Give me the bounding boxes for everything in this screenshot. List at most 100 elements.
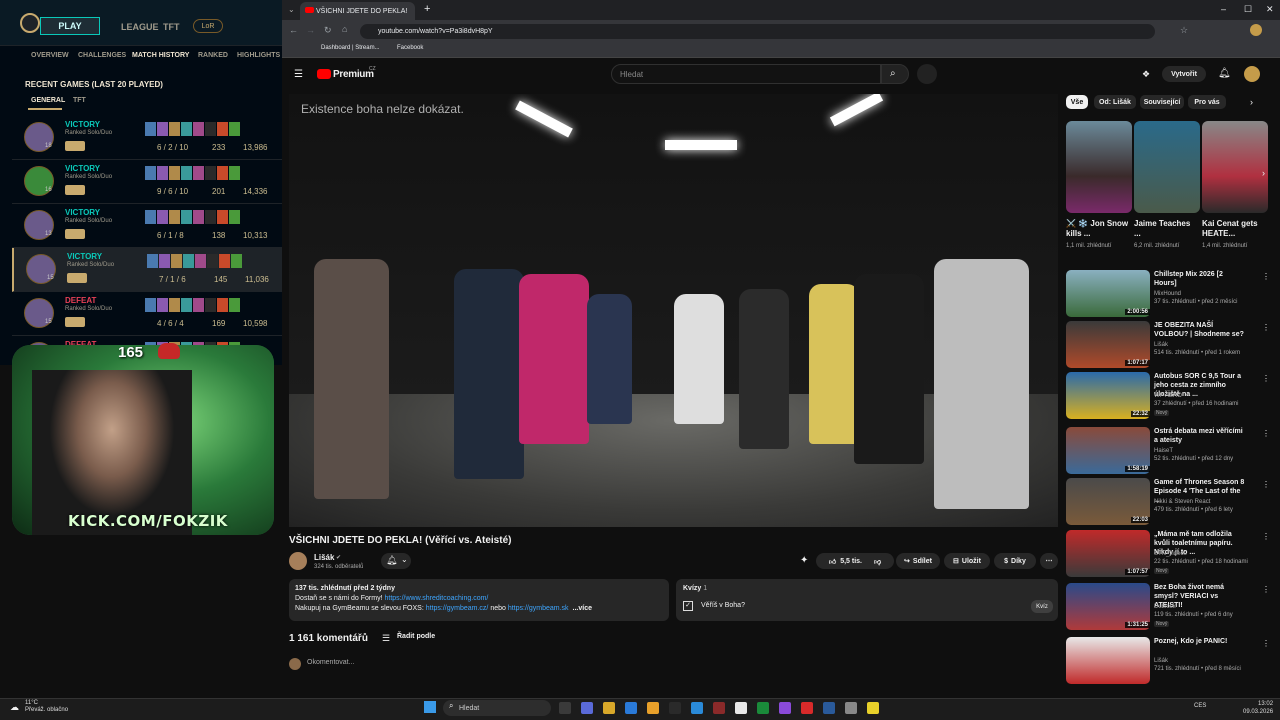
subnav-match-history[interactable]: MATCH HISTORY	[132, 52, 189, 59]
video-title[interactable]: Chillstep Mix 2026 [2 Hours]	[1154, 270, 1246, 288]
windows-start-icon[interactable]	[424, 701, 436, 713]
recommended-video[interactable]: 1:07:57 „Máma mě tam odložila kvůli toale…	[1066, 530, 1270, 580]
more-options-icon[interactable]: ⋮	[1262, 585, 1270, 594]
notifications-icon[interactable]: 🔔︎	[1218, 68, 1231, 79]
youtube-logo-icon[interactable]	[317, 69, 331, 79]
create-button[interactable]: Vytvořit	[1162, 66, 1206, 82]
new-tab-icon[interactable]: +	[424, 3, 430, 15]
match-row[interactable]: 16 VICTORY Ranked Solo/Duo 9 / 6 / 10 201 14,…	[12, 160, 282, 204]
language-indicator[interactable]: CES	[1194, 703, 1206, 709]
channel-name[interactable]: Nikki & Steven React	[1154, 499, 1210, 505]
chip-for-you[interactable]: Pro vás	[1188, 95, 1226, 109]
channel-name[interactable]: Lišák	[314, 553, 334, 562]
obs-icon[interactable]	[735, 702, 747, 714]
chip-from-channel[interactable]: Od: Lišák	[1094, 95, 1136, 109]
store-icon[interactable]	[625, 702, 637, 714]
teams-icon[interactable]	[581, 702, 593, 714]
nav-lor[interactable]: LoR	[193, 19, 223, 33]
video-thumbnail[interactable]: 22:32	[1066, 372, 1150, 419]
play-button[interactable]: PLAY	[40, 17, 100, 35]
description-link[interactable]: https://gymbeam.sk	[508, 605, 569, 612]
channel-avatar[interactable]	[289, 552, 307, 570]
subnav-highlights[interactable]: HIGHLIGHTS	[237, 52, 280, 59]
back-icon[interactable]: ←	[289, 25, 298, 35]
channel-name[interactable]: WP AERO	[1154, 393, 1182, 399]
channel-name[interactable]: Lišák	[1154, 658, 1168, 664]
more-options-icon[interactable]: ⋮	[1262, 272, 1270, 281]
match-row[interactable]: 18 VICTORY Ranked Solo/Duo 6 / 2 / 10 233 13,…	[12, 116, 282, 160]
edge-icon[interactable]	[691, 702, 703, 714]
video-title[interactable]: Ostrá debata mezi věřícími a ateisty	[1154, 427, 1246, 445]
explorer-icon[interactable]	[603, 702, 615, 714]
chip-related[interactable]: Související	[1140, 95, 1184, 109]
close-icon[interactable]: ✕	[1266, 4, 1274, 15]
tab-general[interactable]: GENERAL	[31, 97, 65, 104]
short-thumbnail[interactable]	[1066, 121, 1132, 213]
subscription-bell-button[interactable]: 🔔︎ ⌄	[381, 553, 411, 569]
video-title[interactable]: JE OBEZITA NAŠÍ VOLBOU? | Shodneme se?	[1154, 321, 1246, 339]
system-clock[interactable]: 13:02 09.03.2026	[1243, 700, 1273, 716]
recommended-video[interactable]: 22:32 Autobus SOR C 9,5 Tour a jeho cesta…	[1066, 372, 1270, 422]
chevron-right-icon[interactable]: ›	[1250, 97, 1253, 107]
settings-icon[interactable]	[845, 702, 857, 714]
more-options-icon[interactable]: ⋮	[1262, 374, 1270, 383]
app-icon[interactable]	[801, 702, 813, 714]
quiz-question[interactable]: Věříš v Boha?	[701, 602, 745, 609]
short-title[interactable]: Jaime Teaches ...	[1134, 219, 1198, 239]
match-row[interactable]: 15 DEFEAT Ranked Solo/Duo 4 / 6 / 4 169 10,59…	[12, 292, 282, 336]
channel-name[interactable]: STN_videos	[1154, 551, 1187, 557]
video-title[interactable]: Poznej, Kdo je PANIC!	[1154, 637, 1246, 646]
match-row[interactable]: 15 VICTORY Ranked Solo/Duo 7 / 1 / 6 145 11,0…	[12, 248, 282, 292]
thanks-button[interactable]: $ Díky	[994, 553, 1036, 569]
subnav-ranked[interactable]: RANKED	[198, 52, 228, 59]
tab-list-icon[interactable]: ⌄	[288, 5, 295, 14]
video-player[interactable]: Existence boha nelze dokázat.	[289, 94, 1058, 527]
sparkle-icon[interactable]: ✦	[800, 555, 808, 566]
more-options-icon[interactable]: ⋮	[1262, 480, 1270, 489]
more-options-icon[interactable]: ⋮	[1262, 323, 1270, 332]
chrome-icon[interactable]	[647, 702, 659, 714]
subnav-overview[interactable]: OVERVIEW	[31, 52, 69, 59]
video-thumbnail[interactable]: 1:58:19	[1066, 427, 1150, 474]
recommended-video[interactable]: 22:03 Game of Thrones Season 8 Episode 4 …	[1066, 478, 1270, 528]
task-view-icon[interactable]	[559, 702, 571, 714]
profile-icon[interactable]	[1250, 24, 1262, 36]
bookmark-star-icon[interactable]: ☆	[1180, 25, 1188, 36]
reload-icon[interactable]: ↻	[324, 25, 332, 36]
forward-icon[interactable]: →	[306, 25, 315, 35]
more-options-icon[interactable]: ⋮	[1262, 532, 1270, 541]
short-thumbnail[interactable]	[1202, 121, 1268, 213]
weather-widget[interactable]: 11°C Převáž. oblačno	[25, 700, 68, 714]
maximize-icon[interactable]: ☐	[1244, 4, 1252, 15]
recommended-video[interactable]: 1:07:17 JE OBEZITA NAŠÍ VOLBOU? | Shodnem…	[1066, 321, 1270, 371]
lol-logo-icon[interactable]	[20, 13, 40, 33]
menu-icon[interactable]: ☰	[294, 69, 303, 80]
chip-all[interactable]: Vše	[1066, 95, 1088, 109]
recommended-video[interactable]: 1:31:25 Bez Boha život nemá smysl? VERIAC…	[1066, 583, 1270, 633]
short-title[interactable]: Kai Cenat gets HEATE...	[1202, 219, 1266, 239]
browser-tab-active[interactable]: VŠICHNI JDETE DO PEKLA!	[300, 2, 415, 20]
comment-input[interactable]: Okomentovat...	[307, 659, 354, 666]
description-link[interactable]: https://www.shreditcoaching.com/	[384, 595, 488, 602]
sort-icon[interactable]: ☰	[382, 633, 390, 644]
channel-name[interactable]: MixHound	[1154, 291, 1181, 297]
tab-tft[interactable]: TFT	[73, 97, 86, 104]
recommended-video[interactable]: Poznej, Kdo je PANIC! Lišák 721 tis. zhléd…	[1066, 637, 1270, 687]
home-icon[interactable]: ⌂	[342, 24, 347, 34]
address-bar[interactable]: youtube.com/watch?v=Pa3i8dvH8pY	[360, 24, 1155, 39]
voice-search-icon[interactable]	[917, 64, 937, 84]
video-thumbnail[interactable]: 22:03	[1066, 478, 1150, 525]
save-button[interactable]: ⊟ Uložit	[944, 553, 990, 569]
subnav-challenges[interactable]: CHALLENGES	[78, 52, 126, 59]
short-title[interactable]: ⚔️ ❄️ Jon Snow kills ...	[1066, 219, 1130, 239]
steam-icon[interactable]	[669, 702, 681, 714]
account-avatar[interactable]	[1244, 66, 1260, 82]
bookmark-facebook[interactable]: Facebook	[397, 45, 423, 51]
minimize-icon[interactable]: –	[1221, 4, 1226, 14]
taskbar-search[interactable]: Hledat	[443, 700, 551, 716]
app-icon[interactable]	[823, 702, 835, 714]
more-options-icon[interactable]: ⋮	[1262, 429, 1270, 438]
recommended-video[interactable]: 2:00:56 Chillstep Mix 2026 [2 Hours] MixHo…	[1066, 270, 1270, 320]
discord-icon[interactable]	[779, 702, 791, 714]
video-thumbnail[interactable]	[1066, 637, 1150, 684]
